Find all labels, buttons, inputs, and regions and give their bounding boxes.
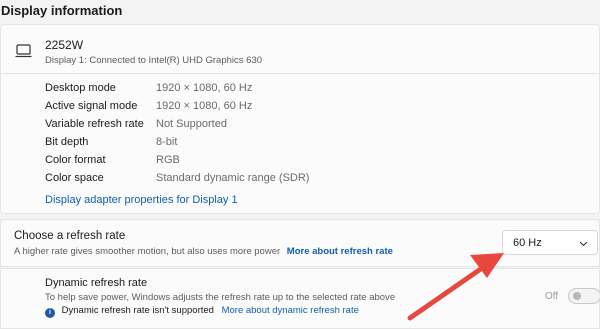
dynamic-refresh-title: Dynamic refresh rate [45, 277, 148, 289]
refresh-rate-description-text: A higher rate gives smoother motion, but… [14, 246, 281, 257]
info-value: Standard dynamic range (SDR) [156, 172, 310, 184]
monitor-icon [15, 44, 32, 58]
dynamic-refresh-description: To help save power, Windows adjusts the … [45, 292, 396, 303]
info-key: Desktop mode [45, 82, 116, 94]
display-info-card: 2252W Display 1: Connected to Intel(R) U… [0, 24, 600, 214]
info-value: Not Supported [156, 118, 227, 130]
divider [1, 73, 599, 74]
dynamic-refresh-toggle[interactable] [568, 288, 600, 304]
info-value: RGB [156, 154, 180, 166]
more-about-refresh-rate-link[interactable]: More about refresh rate [287, 246, 393, 257]
toggle-knob [573, 292, 581, 300]
info-key: Active signal mode [45, 100, 138, 112]
toggle-state-label: Off [545, 291, 559, 302]
info-icon: i [45, 308, 55, 318]
dynamic-refresh-card: Dynamic refresh rate To help save power,… [0, 268, 600, 329]
info-value: 1920 × 1080, 60 Hz [156, 82, 253, 94]
chevron-down-icon [579, 241, 588, 247]
refresh-rate-dropdown[interactable]: 60 Hz [502, 230, 598, 255]
info-key: Bit depth [45, 136, 89, 148]
refresh-rate-title: Choose a refresh rate [14, 230, 126, 242]
info-key: Color space [45, 172, 104, 184]
display-subtitle: Display 1: Connected to Intel(R) UHD Gra… [45, 55, 263, 66]
dynamic-refresh-note: i Dynamic refresh rate isn't supported M… [45, 305, 359, 318]
refresh-rate-selected: 60 Hz [513, 237, 542, 249]
dynamic-refresh-note-text: Dynamic refresh rate isn't supported [61, 305, 214, 316]
info-value: 1920 × 1080, 60 Hz [156, 100, 253, 112]
display-adapter-properties-link[interactable]: Display adapter properties for Display 1 [45, 194, 238, 206]
refresh-rate-card: Choose a refresh rate A higher rate give… [0, 219, 600, 267]
info-key: Variable refresh rate [45, 118, 144, 130]
info-value: 8-bit [156, 136, 178, 148]
more-about-dynamic-refresh-link[interactable]: More about dynamic refresh rate [222, 305, 359, 316]
section-title: Display information [1, 3, 123, 18]
display-name: 2252W [45, 38, 84, 52]
info-key: Color format [45, 154, 106, 166]
refresh-rate-description: A higher rate gives smoother motion, but… [14, 246, 393, 257]
